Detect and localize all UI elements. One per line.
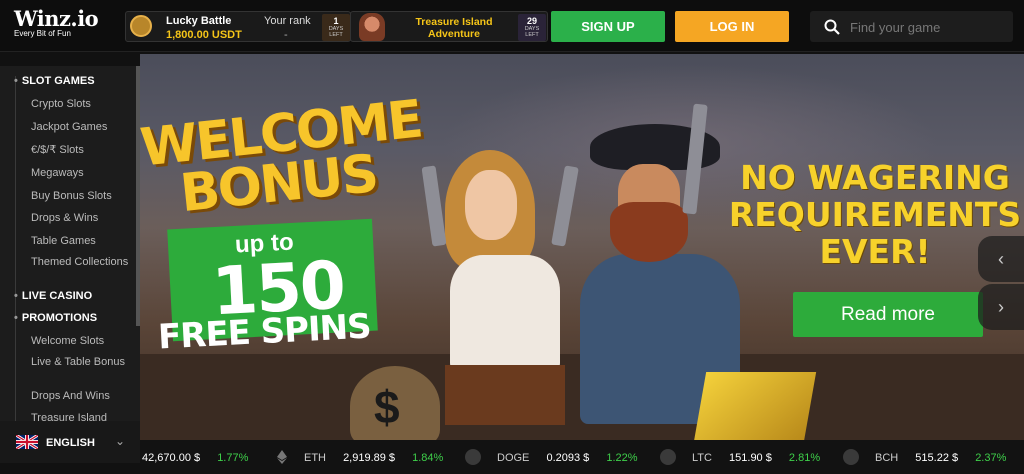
crypto-ticker: 42,670.00 $ 1.77% ETH 2,919.89 $ 1.84% D… bbox=[140, 440, 1024, 474]
ticker-symbol: ETH bbox=[304, 452, 326, 464]
language-selector[interactable]: ENGLISH ⌄ bbox=[0, 421, 140, 463]
cowgirl-face bbox=[465, 170, 517, 240]
uk-flag-icon bbox=[16, 435, 38, 449]
chevron-down-icon: ⌄ bbox=[115, 434, 126, 448]
search-input[interactable] bbox=[850, 17, 1005, 37]
lucky-battle-title: Lucky Battle bbox=[166, 15, 232, 27]
lucky-battle-widget[interactable]: Lucky Battle 1,800.00 USDT Your rank - 1… bbox=[125, 11, 351, 42]
ltc-icon bbox=[660, 449, 676, 465]
dollar-sign-icon: $ bbox=[374, 381, 400, 433]
lucky-battle-amount: 1,800.00 USDT bbox=[166, 29, 242, 41]
ticker-item-bch: BCH 515.22 $ 2.37% bbox=[875, 452, 1006, 464]
sidebar-item-drops-and-wins[interactable]: Drops And Wins bbox=[31, 390, 131, 402]
sidebar-item-currency-slots[interactable]: €/$/₹ Slots bbox=[31, 144, 131, 156]
site-logo[interactable]: Winz.io Every Bit of Fun bbox=[14, 6, 104, 46]
ticker-item-doge: DOGE 0.2093 $ 1.22% bbox=[497, 452, 638, 464]
sidebar-item-treasure-island[interactable]: Treasure Island bbox=[31, 412, 131, 421]
sidebar-item-live-table-bonus[interactable]: Live & Table Bonus bbox=[31, 356, 131, 368]
ticker-change: 2.37% bbox=[975, 452, 1007, 464]
sidebar-item-table-games[interactable]: Table Games bbox=[31, 235, 131, 247]
treasure-island-title: Treasure Island Adventure bbox=[415, 16, 493, 40]
search-box bbox=[810, 11, 1013, 42]
ticker-symbol: LTC bbox=[692, 452, 712, 464]
read-more-button[interactable]: Read more bbox=[793, 292, 983, 337]
ticker-change: 1.84% bbox=[412, 452, 444, 464]
sidebar-item-crypto-slots[interactable]: Crypto Slots bbox=[31, 98, 131, 110]
promo-banner[interactable]: WELCOME BONUS up to 150 FREE SPINS $ NO … bbox=[140, 54, 1024, 440]
ticker-price: 151.90 $ bbox=[729, 452, 772, 464]
rank-label: Your rank bbox=[264, 15, 311, 27]
top-bar: Winz.io Every Bit of Fun Lucky Battle 1,… bbox=[0, 0, 1024, 52]
sidebar-item-live-casino[interactable]: LIVE CASINO bbox=[14, 290, 92, 302]
ticker-item-ltc: LTC 151.90 $ 2.81% bbox=[692, 452, 820, 464]
days-count: 29 bbox=[526, 16, 537, 26]
sidebar-item-buy-bonus-slots[interactable]: Buy Bonus Slots bbox=[31, 190, 131, 202]
sidebar-menu: SLOT GAMES Crypto Slots Jackpot Games €/… bbox=[0, 66, 140, 421]
search-icon[interactable] bbox=[824, 19, 840, 35]
ticker-symbol: DOGE bbox=[497, 452, 530, 464]
cowgirl-blouse bbox=[450, 255, 560, 375]
ticker-item-eth: ETH 2,919.89 $ 1.84% bbox=[304, 452, 443, 464]
ticker-change: 1.77% bbox=[217, 452, 249, 464]
treasure-days-badge: 29 DAYS LEFT bbox=[518, 14, 546, 41]
gold-bars-illustration bbox=[693, 372, 817, 440]
signup-button[interactable]: SIGN UP bbox=[551, 11, 665, 42]
ticker-price: 515.22 $ bbox=[915, 452, 959, 464]
chevron-left-icon[interactable]: ‹ bbox=[978, 236, 1024, 282]
sidebar-item-slot-games[interactable]: SLOT GAMES bbox=[14, 75, 95, 87]
treasure-island-widget[interactable]: Treasure Island Adventure 29 DAYS LEFT bbox=[350, 11, 548, 42]
ticker-change: 2.81% bbox=[788, 452, 821, 464]
cowboy-beard bbox=[610, 202, 688, 262]
ticker-symbol: BCH bbox=[875, 452, 899, 464]
eth-icon bbox=[277, 450, 287, 464]
logo-text: Winz.io bbox=[14, 6, 99, 31]
days-count: 1 bbox=[333, 16, 339, 26]
sidebar-item-megaways[interactable]: Megaways bbox=[31, 167, 131, 179]
ticker-price: 42,670.00 $ bbox=[142, 452, 201, 464]
language-label: ENGLISH bbox=[46, 437, 95, 449]
ticker-change: 1.22% bbox=[606, 452, 638, 464]
rank-value: - bbox=[284, 29, 288, 41]
chevron-right-icon[interactable]: › bbox=[978, 284, 1024, 330]
sidebar-item-promotions[interactable]: PROMOTIONS bbox=[14, 312, 97, 324]
sidebar-item-jackpot-games[interactable]: Jackpot Games bbox=[31, 121, 131, 133]
ticker-item-btc: 42,670.00 $ 1.77% bbox=[142, 452, 248, 464]
login-button[interactable]: LOG IN bbox=[675, 11, 789, 42]
cowgirl-belt bbox=[445, 365, 565, 425]
pirate-avatar-icon bbox=[359, 13, 385, 41]
bch-icon bbox=[843, 449, 859, 465]
sidebar-rail bbox=[15, 76, 16, 421]
days-label: DAYS LEFT bbox=[328, 26, 344, 38]
lucky-battle-days-badge: 1 DAYS LEFT bbox=[322, 14, 350, 41]
days-label: DAYS LEFT bbox=[524, 26, 540, 38]
sidebar-item-drops-wins[interactable]: Drops & Wins bbox=[31, 212, 131, 224]
doge-icon bbox=[465, 449, 481, 465]
ticker-price: 0.2093 $ bbox=[546, 452, 590, 464]
sidebar-item-welcome-slots[interactable]: Welcome Slots bbox=[31, 335, 131, 347]
lucky-battle-icon bbox=[130, 15, 152, 37]
sidebar-item-themed-collections[interactable]: Themed Collections bbox=[31, 256, 131, 268]
ticker-price: 2,919.89 $ bbox=[343, 452, 396, 464]
